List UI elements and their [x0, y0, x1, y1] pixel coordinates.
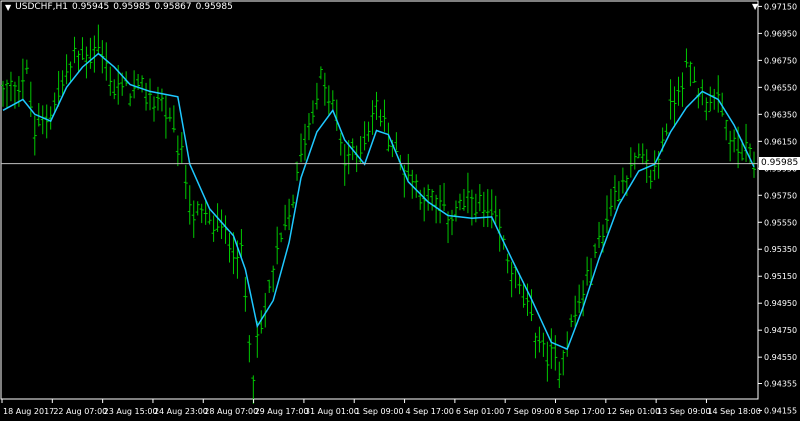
y-tick-label: 0.96750 [764, 56, 797, 65]
symbol-name: USDCHF,H1 [15, 2, 68, 12]
x-tick-label: 12 Sep 01:00 [607, 407, 660, 416]
y-tick-label: 0.94155 [764, 406, 797, 415]
y-tick-label: 0.95550 [764, 218, 797, 227]
x-tick-label: 14 Sep 18:00 [707, 407, 760, 416]
x-tick-label: 1 Sep 09:00 [355, 407, 403, 416]
y-tick-label: 0.94550 [764, 353, 797, 362]
ohlc-close: 0.95985 [195, 2, 233, 12]
x-tick-label: 28 Aug 07:00 [204, 407, 258, 416]
y-tick-label: 0.94750 [764, 326, 797, 335]
chart-menu-arrow-icon[interactable]: ▼ [752, 2, 758, 11]
x-tick-label: 29 Aug 17:00 [255, 407, 309, 416]
current-price-label: 0.95985 [759, 157, 800, 171]
chart-window[interactable]: 0.97150 0.96950 0.96750 0.96550 0.96350 0.961… [0, 0, 800, 421]
x-tick-label: 18 Aug 2017 [3, 407, 54, 416]
y-tick-label: 0.96350 [764, 110, 797, 119]
y-tick-label: 0.95750 [764, 191, 797, 200]
x-tick-label: 8 Sep 17:00 [557, 407, 605, 416]
y-tick-label: 0.95150 [764, 272, 797, 281]
ohlc-low: 0.95867 [154, 2, 192, 12]
x-tick-label: 22 Aug 07:00 [53, 407, 107, 416]
y-tick-label: 0.97150 [764, 2, 797, 11]
x-tick-label: 24 Aug 23:00 [154, 407, 208, 416]
x-tick-label: 13 Sep 09:00 [657, 407, 710, 416]
y-tick-label: 0.94355 [764, 379, 797, 388]
y-tick-label: 0.96550 [764, 83, 797, 92]
ohlc-open: 0.95945 [71, 2, 110, 12]
y-tick-label: 0.96950 [764, 29, 797, 38]
symbol-info: ▼ USDCHF,H1 0.95945 0.95985 0.95867 0.95… [5, 2, 233, 12]
ohlc-high: 0.95985 [113, 2, 151, 12]
plot-frame [0, 0, 759, 400]
x-tick-label: 4 Sep 17:00 [406, 407, 454, 416]
x-tick-label: 31 Aug 01:00 [305, 407, 359, 416]
x-tick-label: 23 Aug 15:00 [104, 407, 158, 416]
x-tick-label: 6 Sep 01:00 [456, 407, 504, 416]
chart-plot[interactable]: 0.97150 0.96950 0.96750 0.96550 0.96350 0.961… [0, 0, 800, 421]
x-tick-label: 7 Sep 09:00 [506, 407, 554, 416]
moving-average-line [2, 52, 755, 351]
y-tick-label: 0.94950 [764, 299, 797, 308]
y-tick-label: 0.96150 [764, 137, 797, 146]
y-tick-label: 0.95350 [764, 245, 797, 254]
symbol-dropdown-icon[interactable]: ▼ [5, 3, 11, 12]
